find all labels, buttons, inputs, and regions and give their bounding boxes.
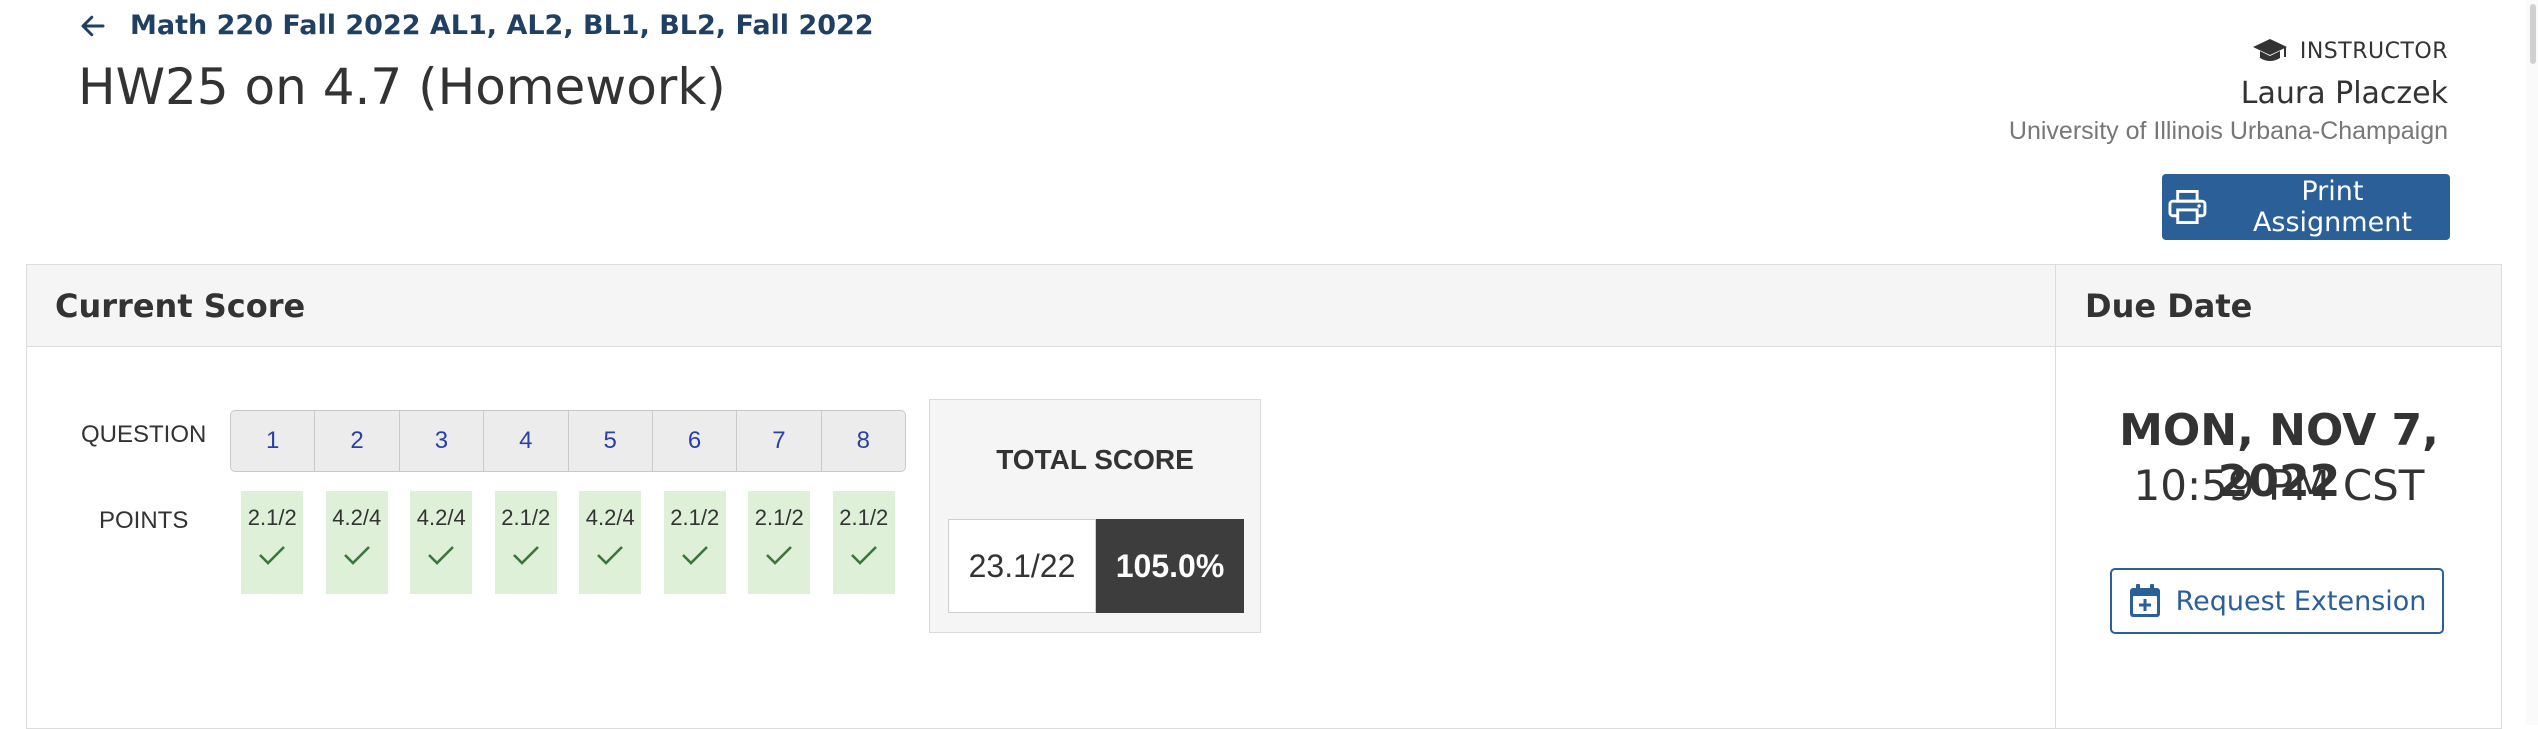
total-score-points: 23.1/22 — [948, 519, 1096, 613]
checkmark-icon — [428, 546, 455, 565]
current-score-heading: Current Score — [55, 287, 306, 325]
points-cell: 4.2/4 — [410, 491, 473, 594]
total-score-title: TOTAL SCORE — [996, 444, 1194, 475]
back-to-course-link[interactable]: Math 220 Fall 2022 AL1, AL2, BL1, BL2, F… — [78, 10, 874, 41]
points-value: 4.2/4 — [585, 505, 635, 530]
instructor-label-row: INSTRUCTOR — [2009, 36, 2448, 66]
question-link-1[interactable]: 1 — [231, 411, 316, 471]
question-link-5[interactable]: 5 — [569, 411, 653, 471]
checkmark-icon — [512, 546, 539, 565]
printer-icon — [2168, 189, 2207, 225]
request-extension-button[interactable]: Request Extension — [2110, 568, 2444, 634]
page-scrollbar[interactable] — [2526, 0, 2538, 725]
instructor-school: University of Illinois Urbana-Champaign — [2008, 117, 2448, 145]
arrow-left-icon — [81, 15, 105, 36]
graduation-cap-icon — [2252, 39, 2287, 61]
scrollbar-thumb[interactable] — [2530, 4, 2536, 64]
question-link-6[interactable]: 6 — [653, 411, 738, 471]
points-value: 4.2/4 — [332, 505, 382, 530]
instructor-name: Laura Placzek — [2240, 76, 2448, 111]
due-time-value: 10:59 PM CST — [2133, 461, 2425, 510]
points-cell: 4.2/4 — [579, 491, 642, 594]
question-link-2[interactable]: 2 — [315, 411, 400, 471]
points-row-label: POINTS — [99, 507, 189, 534]
question-link-3[interactable]: 3 — [400, 411, 485, 471]
points-cell: 2.1/2 — [832, 491, 895, 594]
checkmark-icon — [681, 546, 708, 565]
instructor-info: INSTRUCTOR Laura Placzek University of I… — [2009, 36, 2448, 146]
page-title: HW25 on 4.7 (Homework) — [78, 58, 726, 116]
instructor-label: INSTRUCTOR — [2299, 38, 2448, 64]
checkmark-icon — [597, 546, 624, 565]
total-score-box: TOTAL SCORE 23.1/22 105.0% — [929, 399, 1261, 633]
print-assignment-button[interactable]: Print Assignment — [2162, 174, 2450, 240]
points-value: 2.1/2 — [501, 505, 551, 530]
points-row: 2.1/2 4.2/4 4.2/4 2.1/2 4.2/4 2.1/2 2.1/… — [230, 491, 906, 594]
print-assignment-label: Print Assignment — [2252, 176, 2412, 238]
points-cell: 2.1/2 — [663, 491, 726, 594]
total-score-percent: 105.0% — [1096, 519, 1244, 613]
calendar-plus-icon — [2129, 584, 2160, 617]
course-name: Math 220 Fall 2022 AL1, AL2, BL1, BL2, F… — [130, 10, 874, 41]
checkmark-icon — [766, 546, 793, 565]
points-value: 4.2/4 — [416, 505, 466, 530]
question-navigator: 1 2 3 4 5 6 7 8 — [230, 410, 906, 472]
points-cell: 4.2/4 — [325, 491, 388, 594]
question-link-4[interactable]: 4 — [484, 411, 569, 471]
score-panel: Current Score Due Date QUESTION POINTS 1… — [26, 264, 2502, 729]
points-cell: 2.1/2 — [494, 491, 557, 594]
due-date-heading: Due Date — [2085, 287, 2253, 325]
points-cell: 2.1/2 — [241, 491, 304, 594]
request-extension-label: Request Extension — [2175, 585, 2427, 617]
question-link-8[interactable]: 8 — [822, 411, 905, 471]
checkmark-icon — [343, 546, 370, 565]
points-value: 2.1/2 — [839, 505, 889, 530]
points-value: 2.1/2 — [754, 505, 804, 530]
score-panel-header: Current Score Due Date — [27, 265, 2501, 347]
points-value: 2.1/2 — [670, 505, 720, 530]
question-link-7[interactable]: 7 — [737, 411, 822, 471]
points-cell: 2.1/2 — [748, 491, 811, 594]
checkmark-icon — [259, 546, 286, 565]
question-row-label: QUESTION — [81, 421, 207, 448]
checkmark-icon — [850, 546, 877, 565]
points-value: 2.1/2 — [247, 505, 297, 530]
